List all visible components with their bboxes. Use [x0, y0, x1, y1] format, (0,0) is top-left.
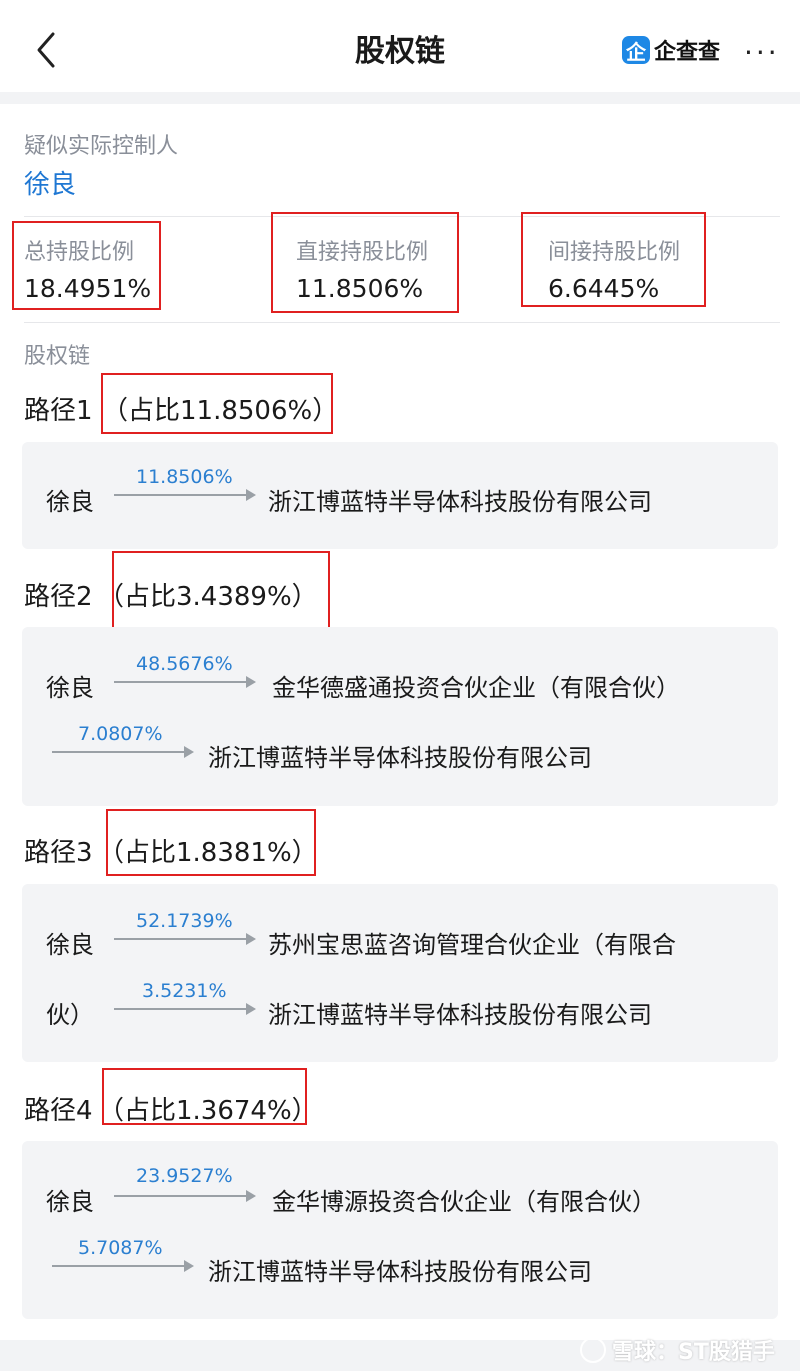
company-link[interactable]: 金华博源投资合伙企业（有限合伙）: [272, 1182, 656, 1217]
arrow-right-icon: [114, 1190, 256, 1202]
brand-name: 企查查: [654, 40, 721, 65]
company-link[interactable]: 金华德盛通投资合伙企业（有限合伙）: [272, 668, 680, 703]
path-card: 徐良 23.9527% 金华博源投资合伙企业（有限合伙） 5.7087% 浙江博…: [22, 1141, 778, 1319]
brand-logo[interactable]: 企 企查查: [622, 34, 720, 66]
more-icon[interactable]: ···: [744, 36, 780, 69]
shareholder-link[interactable]: 徐良: [46, 925, 94, 960]
path-card: 徐良 48.5676% 金华德盛通投资合伙企业（有限合伙） 7.0807% 浙江…: [22, 627, 778, 806]
path-title: 路径4: [24, 1096, 93, 1126]
shareholder-link[interactable]: 徐良: [46, 1182, 94, 1217]
highlight-box: [106, 809, 316, 876]
share-percentage: 23.9527%: [136, 1165, 233, 1187]
company-link[interactable]: 浙江博蓝特半导体科技股份有限公司: [268, 995, 652, 1030]
highlight-box: [271, 212, 459, 313]
path-title: 路径2: [24, 582, 93, 612]
path-card: 徐良 11.8506% 浙江博蓝特半导体科技股份有限公司: [22, 442, 778, 549]
qichacha-icon: 企: [622, 36, 650, 64]
section-label: 股权链: [24, 344, 91, 369]
arrow-right-icon: [52, 746, 194, 758]
divider: [0, 92, 800, 104]
highlight-box: [12, 221, 161, 310]
company-link[interactable]: 浙江博蓝特半导体科技股份有限公司: [208, 738, 592, 773]
nav-bar: 股权链 企 企查查 ···: [0, 0, 800, 96]
path-card: 徐良 52.1739% 苏州宝思蓝咨询管理合伙企业（有限合 伙） 3.5231%…: [22, 884, 778, 1062]
share-percentage: 48.5676%: [136, 653, 233, 675]
watermark-text: 雪球：ST股猎手: [612, 1340, 775, 1365]
highlight-box: [112, 551, 330, 629]
share-percentage: 5.7087%: [78, 1237, 163, 1259]
company-name-wrap[interactable]: 伙）: [46, 995, 94, 1030]
share-percentage: 7.0807%: [78, 723, 163, 745]
path-title: 路径1: [24, 396, 93, 426]
watermark: 雪球：ST股猎手: [580, 1334, 775, 1366]
arrow-right-icon: [114, 676, 256, 688]
share-percentage: 3.5231%: [142, 980, 227, 1002]
divider: [24, 322, 780, 323]
share-percentage: 52.1739%: [136, 910, 233, 932]
arrow-right-icon: [114, 489, 256, 501]
arrow-right-icon: [52, 1260, 194, 1272]
company-link[interactable]: 苏州宝思蓝咨询管理合伙企业（有限合: [268, 925, 676, 960]
arrow-right-icon: [114, 933, 256, 945]
share-percentage: 11.8506%: [136, 466, 233, 488]
controller-name-link[interactable]: 徐良: [24, 164, 76, 201]
highlight-box: [521, 212, 706, 307]
highlight-box: [102, 1068, 307, 1125]
company-link[interactable]: 浙江博蓝特半导体科技股份有限公司: [208, 1252, 592, 1287]
company-link[interactable]: 浙江博蓝特半导体科技股份有限公司: [268, 482, 652, 517]
shareholder-link[interactable]: 徐良: [46, 482, 94, 517]
path-title: 路径3: [24, 838, 93, 868]
highlight-box: [101, 373, 333, 434]
xueqiu-logo-icon: [580, 1337, 606, 1363]
controller-label: 疑似实际控制人: [24, 134, 179, 159]
shareholder-link[interactable]: 徐良: [46, 668, 94, 703]
arrow-right-icon: [114, 1003, 256, 1015]
